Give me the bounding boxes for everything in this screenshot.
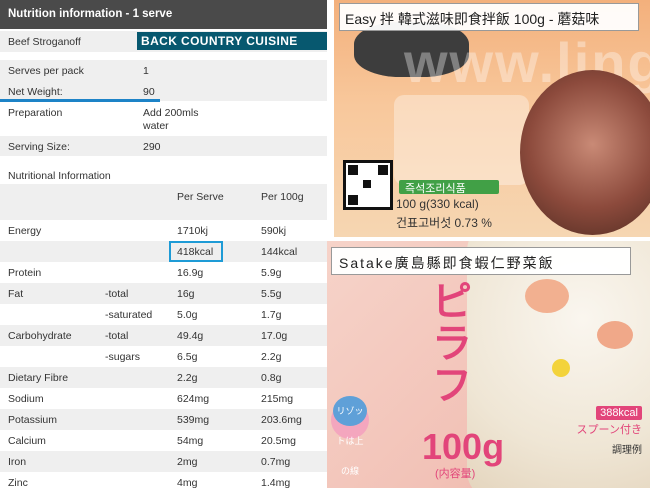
nutrient-per-100g: 2.2g <box>261 351 282 363</box>
photo-caption-text: Satake廣島縣即食蝦仁野菜飯 <box>339 255 555 271</box>
nutrient-per-100g: 144kcal <box>261 246 298 258</box>
package-weight: 100 g(330 kcal) <box>396 197 479 211</box>
shrimp-graphic <box>597 321 633 349</box>
nutrient-per-serve: 16.9g <box>177 267 204 279</box>
nutrient-name: Calcium <box>8 435 46 447</box>
nutrient-name: Dietary Fibre <box>8 372 69 384</box>
qr-code-icon <box>343 160 393 210</box>
product-photo-korean-rice: www.lings 즉석조리식품 100 g(330 kcal) 건표고버섯 0… <box>334 0 650 237</box>
food-bowl-image <box>520 70 650 235</box>
nutrient-name: Carbohydrate <box>8 330 72 342</box>
nutrient-sub: -saturated <box>105 309 153 321</box>
nutrition-header-bar: Nutrition information - 1 serve <box>0 0 327 29</box>
nutrient-per-serve: 1710kj <box>177 225 208 237</box>
nutrient-name: Sodium <box>8 393 44 405</box>
net-weight-value: 90 <box>143 86 155 98</box>
photo-caption: Easy 拌 韓式滋味即食拌飯 100g - 蘑菇味 <box>339 3 639 31</box>
nutrient-per-serve: 5.0g <box>177 309 198 321</box>
nutrient-name: Fat <box>8 288 24 300</box>
package-ingredient: 건표고버섯 0.73 % <box>396 216 492 230</box>
package-example-note: 調理例 <box>612 445 642 456</box>
nutrient-per-100g: 590kj <box>261 225 287 237</box>
preparation-label: Preparation <box>8 107 63 119</box>
nutrient-name: Energy <box>8 225 42 237</box>
photo-caption-text: Easy 拌 韓式滋味即食拌飯 100g - 蘑菇味 <box>345 11 600 27</box>
nutrient-per-serve: 624mg <box>177 393 210 405</box>
nutrient-per-100g: 203.6mg <box>261 414 302 426</box>
package-katakana-title: ピラフ <box>432 280 472 408</box>
nutrient-per-100g: 5.5g <box>261 288 282 300</box>
nutrient-name: Protein <box>8 267 42 279</box>
serves-per-pack-value: 1 <box>143 65 149 77</box>
nutrient-per-100g: 1.4mg <box>261 477 291 488</box>
product-name: Beef Stroganoff <box>8 36 81 48</box>
preparation-line-1: Add 200mls <box>143 107 199 119</box>
nutrient-sub: -sugars <box>105 351 141 363</box>
highlight-box <box>169 241 223 262</box>
corn-graphic <box>552 359 570 377</box>
nutrient-sub: -total <box>105 288 129 300</box>
nutrition-section-title: Nutritional Information <box>8 170 111 182</box>
package-weight-sub: (内容量) <box>435 468 476 480</box>
nutrient-per-serve: 54mg <box>177 435 204 447</box>
nutrient-per-100g: 0.7mg <box>261 456 291 468</box>
nutrition-panel: Nutrition information - 1 serve Beef Str… <box>0 0 327 488</box>
nutrient-per-100g: 0.8g <box>261 372 282 384</box>
nutrient-per-serve: 49.4g <box>177 330 204 342</box>
nutrient-per-serve: 2.2g <box>177 372 198 384</box>
package-green-label: 즉석조리식품 <box>399 180 499 195</box>
package-graphic <box>394 95 529 185</box>
serves-per-pack-label: Serves per pack <box>8 65 84 77</box>
serving-size-value: 290 <box>143 141 161 153</box>
nutrient-per-serve: 16g <box>177 288 195 300</box>
nutrient-per-100g: 215mg <box>261 393 294 405</box>
package-weight: 100g <box>422 426 505 467</box>
nutrient-per-100g: 17.0g <box>261 330 288 342</box>
product-photo-pilaf: ピラフ リゾットは上の線 388kcal スプーン付き 調理例 100g (内容… <box>327 241 650 488</box>
column-header-per-100g: Per 100g <box>261 191 304 203</box>
nutrient-name: Iron <box>8 456 27 468</box>
package-spoon-note: スプーン付き <box>576 424 642 436</box>
highlight-underline <box>0 99 160 102</box>
photo-caption: Satake廣島縣即食蝦仁野菜飯 <box>331 247 631 275</box>
serving-size-label: Serving Size: <box>8 141 70 153</box>
brand-banner: BACK COUNTRY CUISINE <box>137 32 327 50</box>
net-weight-label: Net Weight: <box>8 86 63 98</box>
nutrient-per-100g: 20.5mg <box>261 435 297 447</box>
nutrient-per-serve: 2mg <box>177 456 198 468</box>
nutrient-per-100g: 1.7g <box>261 309 282 321</box>
nutrient-per-serve: 4mg <box>177 477 198 488</box>
brand-name: BACK COUNTRY CUISINE <box>141 34 298 48</box>
column-header-per-serve: Per Serve <box>177 191 224 203</box>
package-green-label-text: 즉석조리식품 <box>405 183 466 195</box>
shrimp-graphic <box>525 279 569 313</box>
nutrient-name: Potassium <box>8 414 58 426</box>
nutrition-header-title: Nutrition information - 1 serve <box>8 8 173 20</box>
badge-risotto: リゾットは上の線 <box>333 396 367 476</box>
nutrient-per-serve: 6.5g <box>177 351 198 363</box>
nutrient-sub: -total <box>105 330 129 342</box>
nutrient-per-100g: 5.9g <box>261 267 282 279</box>
nutrient-per-serve: 539mg <box>177 414 210 426</box>
preparation-line-2: water <box>143 120 169 132</box>
package-kcal: 388kcal <box>596 406 642 420</box>
nutrient-name: Zinc <box>8 477 28 488</box>
